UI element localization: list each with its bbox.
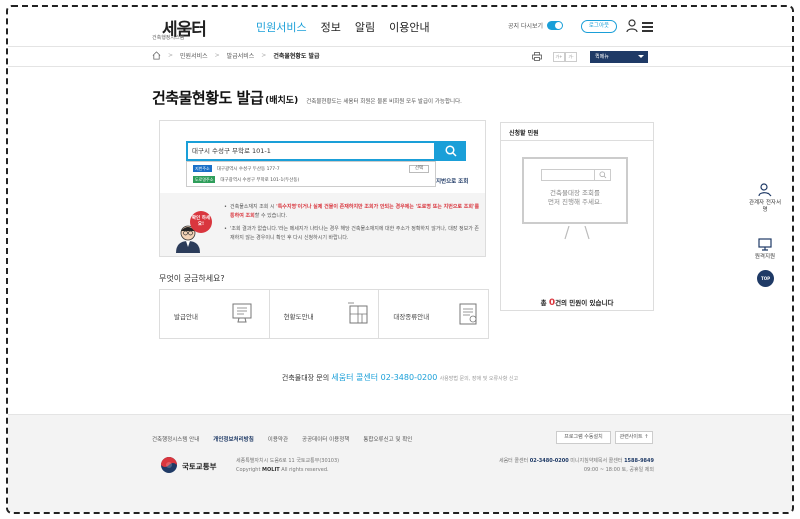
notice-line-1: 건축물소재지 조회 시 '특수지명'이거나 실제 건물이 존재하지만 조회가 안… xyxy=(224,203,482,221)
callcenter-number: 세움터 콜센터 02-3480-0200 xyxy=(331,373,438,382)
autocomplete-text: 대구광역시 수성구 두산동 177-7 xyxy=(216,166,280,172)
guide-ledger-types[interactable]: 대장종류안내 xyxy=(379,290,488,338)
monitor-icon xyxy=(758,238,772,251)
quick-menu-select[interactable]: 퀵메뉴 xyxy=(590,51,648,63)
callcenter-info: 건축물대장 문의 세움터 콜센터 02-3480-0200 사용방법 문의, 장… xyxy=(281,373,519,382)
request-panel: 신청할 민원 건축물대장 조회를 먼저 진행해 주세요. 총 0건의 민원이 있… xyxy=(500,122,654,311)
digital-signature-button[interactable]: 관계자 전자서명 xyxy=(748,183,782,214)
notice-line-2: '조회 결과가 없습니다.'라는 메세지가 나타나는 경우 해당 건축물소재지에… xyxy=(224,225,482,243)
breadcrumb-bar: > 민원서비스 > 발급서비스 > 건축물현황도 발급 가+ 가- 퀵메뉴 xyxy=(8,47,792,67)
footer-org: 국토교통부 xyxy=(182,462,217,471)
search-icon xyxy=(445,145,457,157)
quick-menu-label: 퀵메뉴 xyxy=(595,54,609,60)
page-title-text: 건축물현황도 발급 xyxy=(152,89,264,107)
logo-sub: 건축행정시스템 xyxy=(152,35,185,41)
notice-toggle-wrap: 공지 다시보기 xyxy=(508,21,564,30)
logout-button[interactable]: 로그아웃 xyxy=(581,20,617,33)
search-button[interactable] xyxy=(436,141,466,161)
road-address-badge: 도로명주소 xyxy=(193,176,216,183)
page-frame: 세움터 건축행정시스템 민원서비스 정보 알림 이용안내 공지 다시보기 로그아… xyxy=(6,5,794,514)
footer-contact: 세움터 콜센터 02-3480-0200 미니지침약제목서 콜센터 1588-9… xyxy=(498,458,654,473)
request-count: 총 0건의 민원이 있습니다 xyxy=(540,298,614,308)
chevron-down-icon xyxy=(638,55,644,58)
program-install-button[interactable]: 프로그램 수동설치 xyxy=(556,431,611,444)
nav-notice[interactable]: 알림 xyxy=(355,19,375,35)
chevron-up-icon: ↑ xyxy=(644,434,649,440)
guide-label: 대장종류안내 xyxy=(393,313,430,321)
question-heading: 무엇이 궁금하세요? xyxy=(159,274,225,283)
search-icon xyxy=(599,171,607,179)
guide-grid: 발급안내 현황도안내 대장종류안내 xyxy=(159,289,489,339)
footer-link[interactable]: 이용약관 xyxy=(268,435,288,443)
ledger-document-icon xyxy=(459,303,477,325)
footer-link[interactable]: 통합오류신고 및 확인 xyxy=(363,435,412,443)
footer: 건축행정시스템 안내 개인정보처리방침 이용약관 공공데이터 이용정책 통합오류… xyxy=(8,414,792,512)
notice-box: 확인 하세요! 건축물소재지 조회 시 '특수지명'이거나 실제 건물이 존재하… xyxy=(160,193,485,256)
logo[interactable]: 세움터 건축행정시스템 xyxy=(152,15,212,41)
font-size-controls: 가+ 가- xyxy=(553,52,577,62)
notice-toggle-label: 공지 다시보기 xyxy=(508,23,544,30)
notice-toggle[interactable] xyxy=(547,21,564,30)
document-monitor-icon xyxy=(232,303,252,323)
check-bubble: 확인 하세요! xyxy=(190,211,212,233)
page-description: 건축물현황도는 세움터 회원은 물론 비회원 모두 발급이 가능합니다. xyxy=(306,99,462,105)
page-title-sub: (배치도) xyxy=(265,96,299,106)
footer-link-privacy[interactable]: 개인정보처리방침 xyxy=(213,435,253,443)
breadcrumb: > 민원서비스 > 발급서비스 > 건축물현황도 발급 xyxy=(152,51,320,60)
government-logo-icon xyxy=(161,457,177,473)
request-panel-title: 신청할 민원 xyxy=(501,123,653,141)
autocomplete-dropdown: 지번주소 대구광역시 수성구 두산동 177-7 선택 도로명주소 대구광역시 … xyxy=(186,161,436,187)
guide-issue[interactable]: 발급안내 xyxy=(160,290,270,338)
select-button[interactable]: 선택 xyxy=(409,165,429,173)
footer-link[interactable]: 공공데이터 이용정책 xyxy=(302,435,349,443)
main-nav: 민원서비스 정보 알림 이용안내 xyxy=(256,19,430,35)
remote-support-button[interactable]: 원격지원 xyxy=(748,237,782,261)
nav-info[interactable]: 정보 xyxy=(321,19,341,35)
search-panel: 대구시 수성구 무학로 101-1 지번주소 대구광역시 수성구 두산동 177… xyxy=(159,120,486,257)
nav-guide[interactable]: 이용안내 xyxy=(389,19,429,35)
hamburger-menu-icon[interactable] xyxy=(642,22,653,32)
print-icon[interactable] xyxy=(532,52,542,61)
monitor-search-illustration xyxy=(541,169,611,181)
breadcrumb-item[interactable]: 발급서비스 xyxy=(227,51,255,60)
floor-plan-icon xyxy=(347,302,368,324)
guide-label: 현황도안내 xyxy=(283,313,314,321)
lot-address-badge: 지번주소 xyxy=(193,165,212,172)
empty-message: 건축물대장 조회를 먼저 진행해 주세요. xyxy=(547,189,603,206)
header: 세움터 건축행정시스템 민원서비스 정보 알림 이용안내 공지 다시보기 로그아… xyxy=(8,7,792,47)
autocomplete-item[interactable]: 도로명주소 대구광역시 수성구 무학로 101-1(두산동) xyxy=(193,176,299,183)
address-search-input[interactable]: 대구시 수성구 무학로 101-1 xyxy=(186,141,436,161)
font-larger-button[interactable]: 가+ xyxy=(553,52,565,62)
scroll-top-button[interactable]: TOP xyxy=(757,270,774,287)
footer-links: 건축행정시스템 안내 개인정보처리방침 이용약관 공공데이터 이용정책 통합오류… xyxy=(152,435,412,443)
home-icon[interactable] xyxy=(152,51,161,60)
monitor-illustration: 건축물대장 조회를 먼저 진행해 주세요. xyxy=(522,157,628,224)
breadcrumb-item[interactable]: 민원서비스 xyxy=(180,51,208,60)
guide-status-drawing[interactable]: 현황도안내 xyxy=(270,290,380,338)
person-key-icon xyxy=(758,183,772,197)
monitor-stand-icon xyxy=(564,226,590,240)
nav-civil-service[interactable]: 민원서비스 xyxy=(256,19,307,35)
page-title: 건축물현황도 발급 (배치도) 건축물현황도는 세움터 회원은 물론 비회원 모… xyxy=(152,87,462,108)
user-icon[interactable] xyxy=(626,19,640,33)
autocomplete-item[interactable]: 지번주소 대구광역시 수성구 두산동 177-7 xyxy=(193,165,280,172)
lot-number-search-link[interactable]: 지번으로 조회 xyxy=(436,177,468,185)
guide-label: 발급안내 xyxy=(174,313,198,321)
breadcrumb-current: 건축물현황도 발급 xyxy=(273,53,320,60)
font-smaller-button[interactable]: 가- xyxy=(565,52,577,62)
notice-text: 건축물소재지 조회 시 '특수지명'이거나 실제 건물이 존재하지만 조회가 안… xyxy=(224,203,482,243)
footer-link[interactable]: 건축행정시스템 안내 xyxy=(152,435,199,443)
related-sites-button[interactable]: 관련사이트 ↑ xyxy=(615,431,653,444)
autocomplete-text: 대구광역시 수성구 무학로 101-1(두산동) xyxy=(220,177,300,183)
footer-address: 세종특별자치시 도움6로 11 국토교통부(30103) Copyright M… xyxy=(236,458,340,473)
